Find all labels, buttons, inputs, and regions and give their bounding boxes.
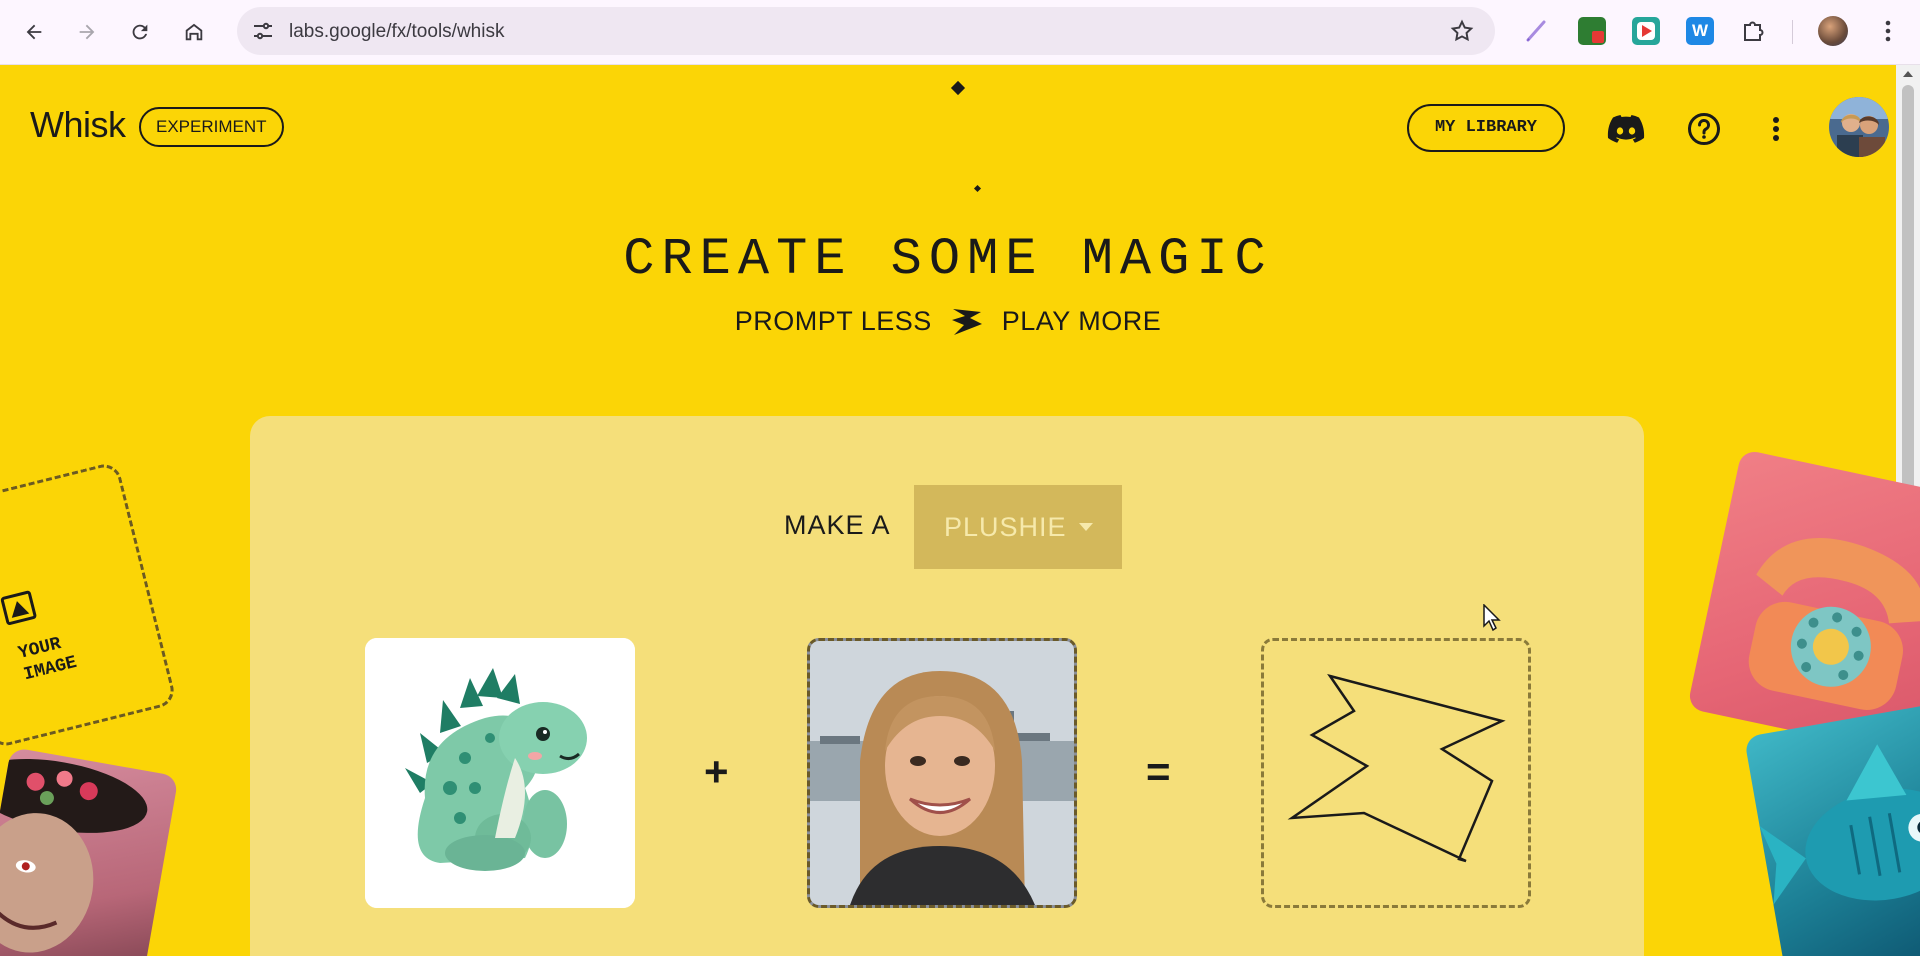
- back-button[interactable]: [14, 12, 54, 52]
- example-card-pirate[interactable]: [0, 746, 179, 956]
- mouse-cursor-icon: [1483, 604, 1501, 632]
- sparkle-dot-small: [973, 184, 982, 193]
- hero-title: CREATE SOME MAGIC: [623, 230, 1273, 289]
- user-photo: [1829, 97, 1889, 157]
- plus-operator: +: [704, 748, 729, 795]
- extension-video[interactable]: [1632, 17, 1660, 45]
- back-icon: [26, 24, 42, 40]
- woman-selfie-image: [810, 641, 1074, 905]
- chevron-down-icon: [1079, 523, 1093, 531]
- home-button[interactable]: [174, 12, 214, 52]
- app-menu-button[interactable]: [1756, 109, 1796, 149]
- scrollbar-thumb[interactable]: [1902, 85, 1914, 525]
- home-icon: [185, 23, 203, 41]
- more-vert-icon: [1773, 117, 1779, 141]
- subject-image-tile[interactable]: [365, 638, 635, 908]
- hero-sub-left: PROMPT LESS: [734, 306, 932, 336]
- image-icon: [0, 590, 37, 625]
- example-card-phone[interactable]: [1686, 448, 1920, 757]
- extensions-button[interactable]: [1739, 17, 1767, 45]
- reload-button[interactable]: [120, 12, 160, 52]
- result-tile[interactable]: [1261, 638, 1531, 908]
- discord-icon: [1607, 115, 1645, 143]
- url-text[interactable]: labs.google/fx/tools/whisk: [289, 21, 504, 43]
- pen-icon: [1526, 20, 1546, 42]
- play-icon: [1642, 25, 1652, 37]
- extension-green-mark: [1592, 31, 1604, 43]
- extension-w[interactable]: W: [1686, 17, 1714, 45]
- toolbar-divider: [1792, 20, 1793, 44]
- browser-toolbar: labs.google/fx/tools/whisk W: [0, 0, 1920, 65]
- browser-profile-avatar[interactable]: [1818, 16, 1848, 46]
- your-image-label: YOUR IMAGE: [16, 630, 79, 686]
- hero-subtitle: PROMPT LESS PLAY MORE: [0, 306, 1896, 337]
- sparkle-icon: [951, 308, 982, 335]
- forward-button[interactable]: [67, 12, 107, 52]
- dinosaur-plushie-image: [365, 638, 635, 908]
- hero-sub-right: PLAY MORE: [1001, 306, 1162, 336]
- extensions-icon: [1744, 21, 1764, 41]
- browser-menu-button[interactable]: [1873, 16, 1903, 46]
- extension-pen[interactable]: [1522, 17, 1550, 45]
- make-a-label: MAKE A: [784, 510, 891, 540]
- fish-image: [1759, 744, 1920, 905]
- reload-icon: [132, 24, 148, 40]
- discord-button[interactable]: [1606, 109, 1646, 149]
- equals-operator: =: [1146, 748, 1171, 795]
- style-dropdown[interactable]: PLUSHIE: [914, 485, 1122, 569]
- style-dropdown-value: PLUSHIE: [944, 511, 1067, 542]
- example-card-fish[interactable]: [1743, 702, 1920, 956]
- bookmark-star-icon[interactable]: [1449, 18, 1475, 44]
- sparkle-dot: [950, 80, 966, 96]
- rotary-phone-image: [1748, 537, 1920, 710]
- user-avatar[interactable]: [1829, 97, 1889, 157]
- forward-icon: [79, 24, 95, 40]
- extension-green[interactable]: [1578, 17, 1606, 45]
- scene-image-tile[interactable]: [807, 638, 1077, 908]
- your-image-dropzone[interactable]: YOUR IMAGE: [0, 460, 178, 750]
- help-button[interactable]: [1684, 109, 1724, 149]
- scroll-up-arrow[interactable]: [1903, 71, 1913, 77]
- more-vert-icon: [1885, 20, 1891, 42]
- sparkle-icon: [1287, 673, 1506, 863]
- help-icon: [1688, 113, 1720, 145]
- site-settings-icon[interactable]: [251, 19, 275, 43]
- my-library-button[interactable]: MY LIBRARY: [1407, 104, 1565, 152]
- experiment-badge: EXPERIMENT: [139, 107, 284, 147]
- pirate-image: [0, 758, 148, 953]
- app-logo[interactable]: Whisk: [30, 104, 126, 146]
- address-bar[interactable]: labs.google/fx/tools/whisk: [237, 7, 1495, 55]
